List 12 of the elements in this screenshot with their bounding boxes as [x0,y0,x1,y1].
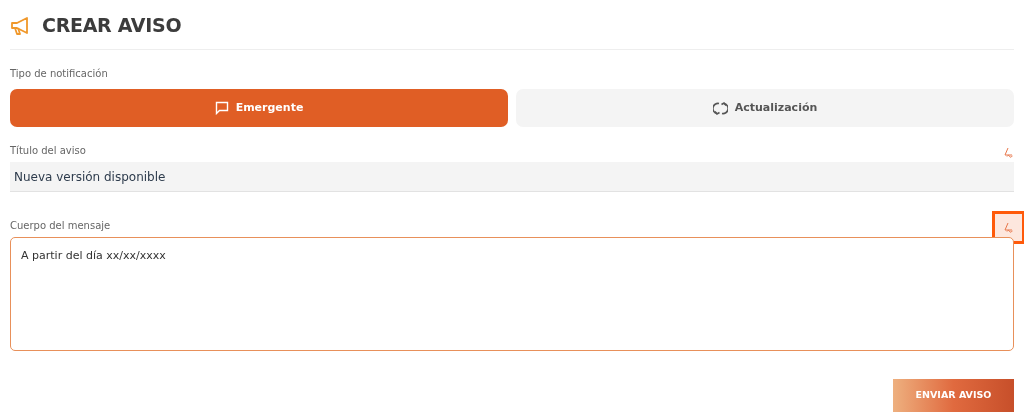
send-button[interactable]: ENVIAR AVISO [893,379,1014,412]
field-label: Título del aviso [10,144,86,158]
message-field[interactable]: A partir del día xx/xx/xxxx [10,237,1014,351]
field-label: Cuerpo del mensaje [10,219,111,233]
field-label: Tipo de notificación [10,67,109,81]
signature-icon[interactable] [1003,147,1014,158]
type-toggle[interactable]: Actualización [516,89,1014,127]
refresh-icon [712,100,728,116]
type-toggle[interactable]: Emergente [10,89,508,127]
page-title: CREAR AVISO [42,13,182,39]
chat-icon [214,101,229,115]
title-field[interactable]: Nueva versión disponible [10,162,1014,192]
